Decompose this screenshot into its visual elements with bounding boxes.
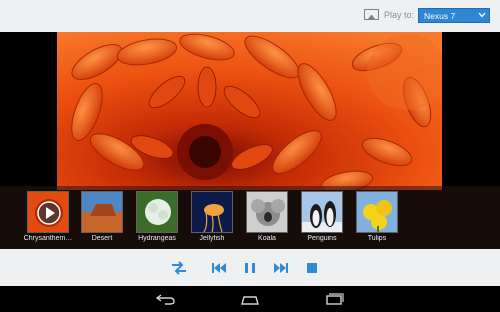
thumbnail-image [27,191,69,233]
thumbnail-label: Jellyfish [199,235,225,242]
recent-apps-icon[interactable] [323,292,345,306]
thumbnail-label: Penguins [307,235,337,242]
thumbnail-item[interactable]: Tulips [354,190,400,248]
thumbnail-item[interactable]: Penguins [299,190,345,248]
thumbnail-label: Hydrangeas [138,235,176,242]
thumbnail-image [356,191,398,233]
play-to-label: Play to: [384,10,415,20]
thumbnail-label: Chrysanthem… [23,235,73,242]
back-icon[interactable] [155,292,177,306]
thumbnail-image [191,191,233,233]
stop-icon[interactable] [304,260,320,276]
thumbnail-item[interactable]: Jellyfish [189,190,235,248]
thumbnail-label: Tulips [367,235,387,242]
next-icon[interactable] [273,260,289,276]
thumbnail-item[interactable]: Koala [244,190,290,248]
previous-icon[interactable] [211,260,227,276]
thumbnail-item[interactable]: Desert [79,190,125,248]
thumbnail-image [136,191,178,233]
thumbnail-label: Koala [258,235,276,242]
device-dropdown[interactable]: Nexus 7 [418,8,490,23]
shuffle-icon[interactable] [171,260,187,276]
top-bar: Play to: Nexus 7 [0,0,500,32]
thumbnail-image [301,191,343,233]
current-photo [57,32,442,190]
cast-screen-icon[interactable] [364,9,379,21]
thumbnail-item[interactable]: Hydrangeas [134,190,180,248]
device-dropdown-value: Nexus 7 [424,11,456,21]
chevron-down-icon [478,12,486,18]
thumbnail-image [81,191,123,233]
home-icon[interactable] [239,292,261,306]
thumbnail-label: Desert [91,235,113,242]
thumbnail-item[interactable]: Chrysanthem… [24,190,72,248]
pause-icon[interactable] [242,260,258,276]
thumbnail-image [246,191,288,233]
